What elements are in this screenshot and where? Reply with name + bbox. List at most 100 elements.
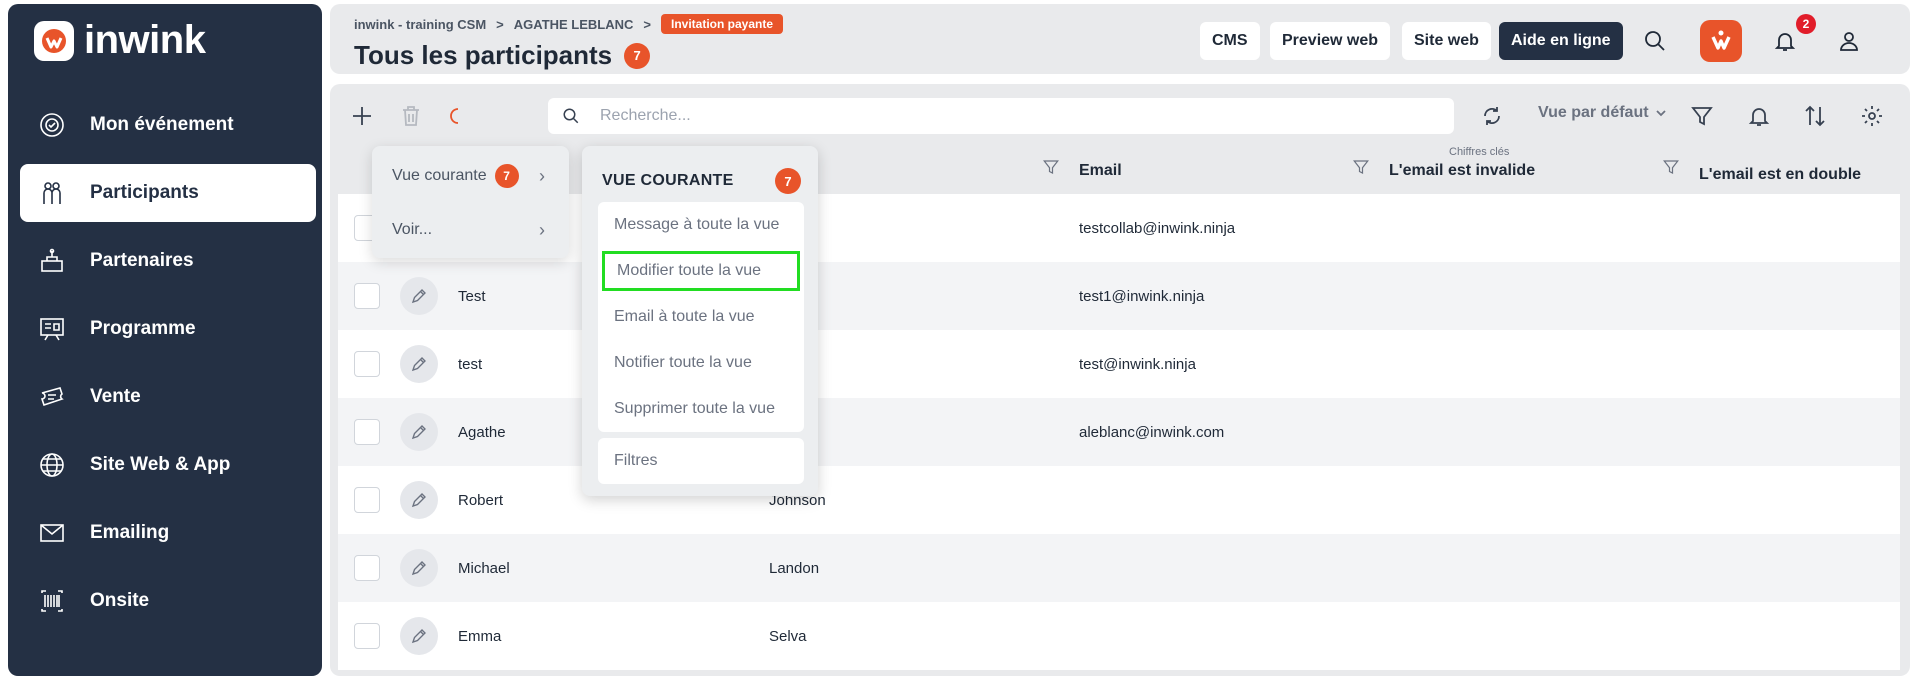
logo[interactable]: inwink [34,18,206,63]
column-filter-icon[interactable] [1662,158,1682,178]
search-input[interactable] [600,107,1400,125]
sidebar-item-mon-evenement[interactable]: Mon événement [20,96,316,154]
search-icon [563,108,579,124]
sidebar-item-label: Programme [90,318,196,339]
cell-lastname: Landon [769,559,820,577]
sidebar-item-label: Vente [90,386,141,407]
logo-text: inwink [84,18,206,62]
column-header-sublabel: Chiffres clés [1449,146,1510,158]
add-icon[interactable] [344,98,380,134]
view-select-label: Vue par défaut [1538,104,1649,121]
view-select[interactable]: Vue par défaut [1538,104,1667,122]
status-badge: Invitation payante [661,14,784,34]
cms-button[interactable]: CMS [1200,22,1260,60]
table-body: rateur testcollab@inwink.ninja Test test… [338,194,1900,670]
edit-button[interactable] [400,549,438,587]
edit-button[interactable] [400,617,438,655]
count-badge: 7 [494,164,519,188]
table-row[interactable]: Robert Johnson [338,466,1900,534]
cell-lastname: Selva [769,627,807,645]
pencil-icon [411,289,426,304]
breadcrumb-item[interactable]: inwink - training CSM [354,17,486,32]
menu-item-email-all[interactable]: Email à toute la vue [598,294,804,340]
menu-item-delete-all[interactable]: Supprimer toute la vue [598,386,804,432]
menu-item-message-all[interactable]: Message à toute la vue [598,202,804,248]
breadcrumb-separator: > [496,16,504,32]
menu-item-edit-all[interactable]: Modifier toute la vue [602,251,800,291]
edit-button[interactable] [400,345,438,383]
count-badge: 7 [624,42,651,69]
gear-icon[interactable] [1854,98,1890,134]
cell-email: test1@inwink.ninja [1079,287,1205,305]
globe-icon [38,451,66,479]
cell-firstname: Test [458,287,486,305]
pencil-icon [411,357,426,372]
row-checkbox[interactable] [354,555,380,581]
cell-firstname: test [458,355,483,373]
sidebar-item-label: Emailing [90,522,170,543]
row-checkbox[interactable] [354,419,380,445]
table-row[interactable]: Emma Selva [338,602,1900,670]
cell-firstname: Emma [458,627,502,645]
sidebar-item-participants[interactable]: Participants [20,164,316,222]
sidebar-item-vente[interactable]: Vente [20,368,316,426]
table-row[interactable]: rateur testcollab@inwink.ninja [338,194,1900,262]
table-row[interactable]: Test test1@inwink.ninja [338,262,1900,330]
loading-spinner-icon [442,98,478,134]
column-filter-icon[interactable] [1352,158,1372,178]
breadcrumb-separator: > [643,16,651,32]
sidebar-item-partenaires[interactable]: Partenaires [20,232,316,290]
page-title: Tous les participants 7 [354,40,651,71]
page-title-text: Tous les participants [354,40,613,70]
sidebar-nav: Mon événement Participants Partenaires P… [20,96,316,640]
brand-app-button[interactable] [1700,20,1742,62]
column-filter-icon[interactable] [1042,158,1062,178]
search-icon[interactable] [1638,24,1672,58]
sort-icon[interactable] [1797,98,1833,134]
table-row[interactable]: test test@inwink.ninja [338,330,1900,398]
filter-icon[interactable] [1684,98,1720,134]
refresh-icon[interactable] [1474,98,1510,134]
breadcrumb-item[interactable]: AGATHE LEBLANC [514,17,634,32]
help-button[interactable]: Aide en ligne [1499,22,1623,60]
cell-email: aleblanc@inwink.com [1079,423,1225,441]
sidebar-item-programme[interactable]: Programme [20,300,316,358]
header: inwink - training CSM > AGATHE LEBLANC >… [330,4,1910,74]
row-checkbox[interactable] [354,623,380,649]
edit-button[interactable] [400,481,438,519]
edit-button[interactable] [400,413,438,451]
chevron-right-icon: › [539,219,545,240]
bell-icon[interactable] [1741,98,1777,134]
submenu-title: VUE COURANTE [602,172,734,189]
inwink-brand-icon [1711,30,1731,50]
user-icon[interactable] [1832,24,1866,58]
menu-item-vue-courante[interactable]: Vue courante 7 › [392,164,567,188]
cell-firstname: Robert [458,491,504,509]
row-checkbox[interactable] [354,351,380,377]
row-checkbox[interactable] [354,487,380,513]
sidebar-item-emailing[interactable]: Emailing [20,504,316,562]
board-icon [38,315,66,343]
search-bar[interactable] [548,98,1454,134]
menu-item-filters[interactable]: Filtres [598,438,804,484]
pencil-icon [411,493,426,508]
column-header-email[interactable]: Email [1079,150,1122,192]
trash-icon[interactable] [393,98,429,134]
preview-web-button[interactable]: Preview web [1270,22,1391,60]
edit-button[interactable] [400,277,438,315]
inwink-logo-icon [34,20,74,61]
sidebar-item-label: Site Web & App [90,454,231,475]
table-row[interactable]: Agathe c aleblanc@inwink.com [338,398,1900,466]
submenu-list: Message à toute la vue Modifier toute la… [598,202,804,432]
table-row[interactable]: Michael Landon [338,534,1900,602]
chevron-down-icon [1655,110,1666,117]
menu-item-voir[interactable]: Voir... › [392,219,567,240]
row-checkbox[interactable] [354,283,380,309]
sidebar-item-onsite[interactable]: Onsite [20,572,316,630]
site-web-button[interactable]: Site web [1402,22,1491,60]
column-header-email-double[interactable]: L'email est en double [1699,160,1861,190]
menu-item-notify-all[interactable]: Notifier toute la vue [598,340,804,386]
sidebar-item-label: Mon événement [90,114,234,135]
people-icon [38,179,66,207]
sidebar-item-site-web-app[interactable]: Site Web & App [20,436,316,494]
